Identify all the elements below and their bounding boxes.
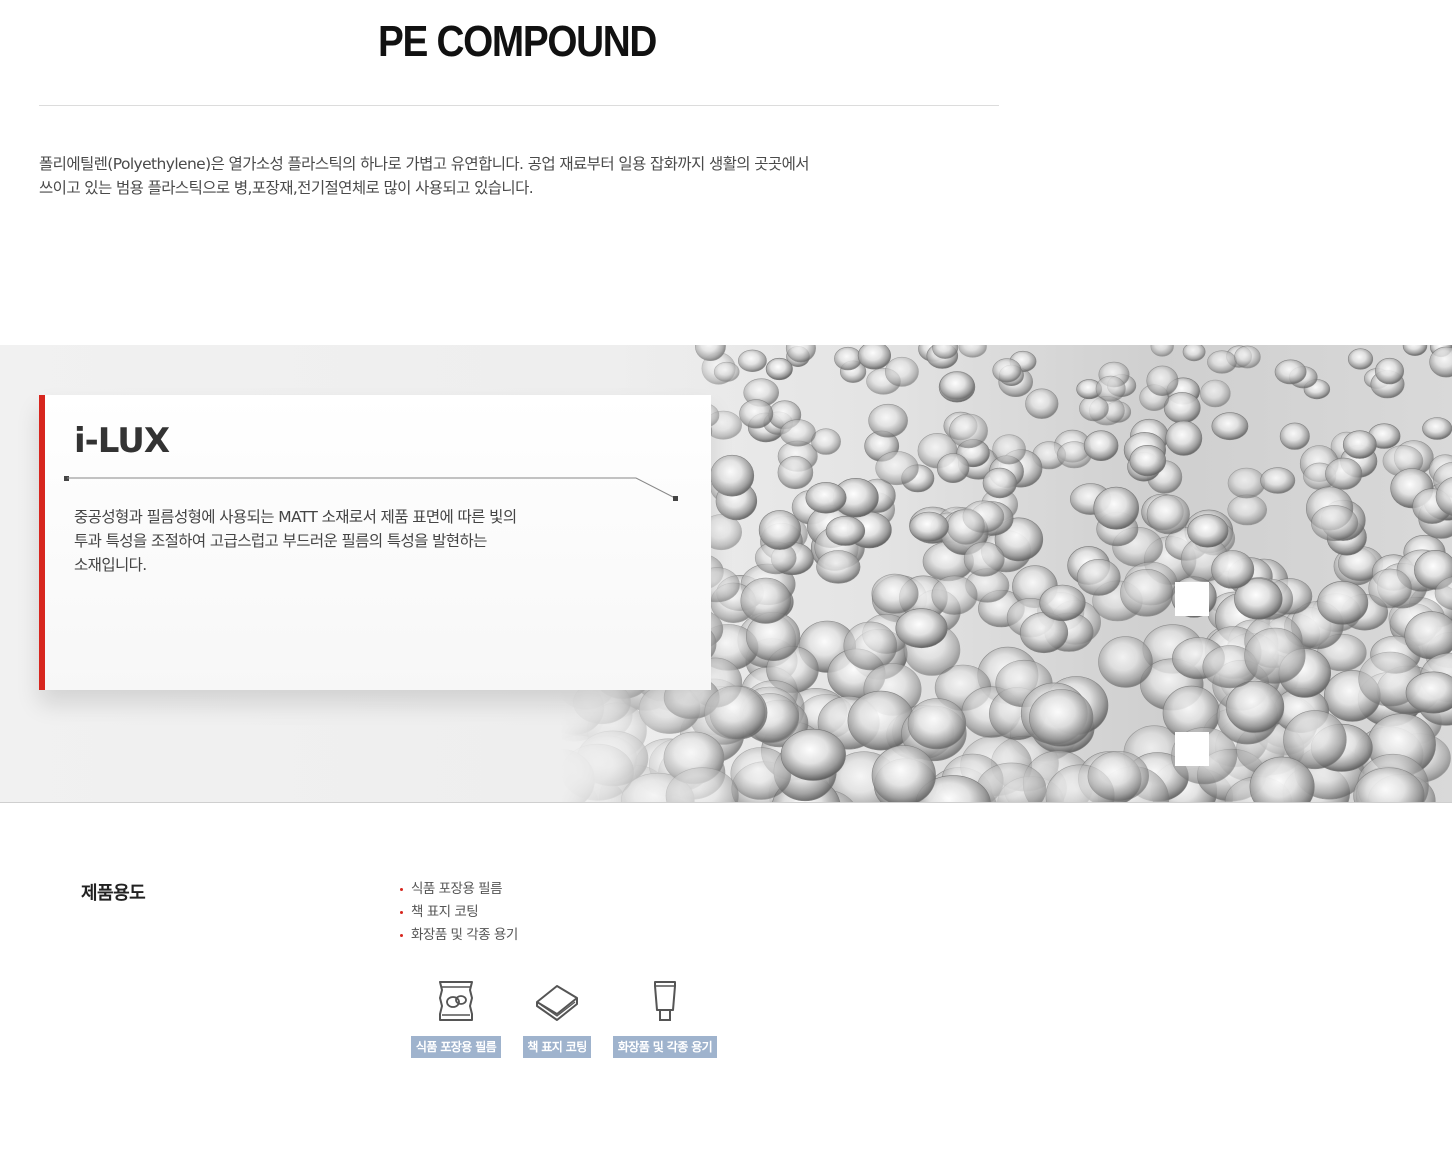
feature-desc-line: 중공성형과 필름성형에 사용되는 MATT 소재로서 제품 표면에 따른 빛의 — [74, 508, 517, 526]
product-banner: i-LUX 중공성형과 필름성형에 사용되는 MATT 소재로서 제품 표면에 … — [0, 345, 1452, 803]
card-accent-bar — [39, 395, 45, 690]
feature-description: 중공성형과 필름성형에 사용되는 MATT 소재로서 제품 표면에 따른 빛의 … — [74, 505, 594, 577]
feature-card: i-LUX 중공성형과 필름성형에 사용되는 MATT 소재로서 제품 표면에 … — [39, 395, 711, 690]
feature-desc-line: 투과 특성을 조절하여 고급스럽고 부드러운 필름의 특성을 발현하는 — [74, 532, 487, 550]
page-title: PE COMPOUND — [378, 17, 657, 66]
usage-list: 식품 포장용 필름 책 표지 코팅 화장품 및 각종 용기 — [399, 878, 518, 947]
slider-next-button[interactable] — [1175, 732, 1209, 766]
intro-text: 폴리에틸렌(Polyethylene)은 열가소성 플라스틱의 하나로 가볍고 … — [39, 152, 919, 200]
food-package-icon — [439, 981, 473, 1021]
title-divider — [39, 105, 999, 106]
card-divider-line — [64, 476, 678, 501]
book-cover-icon — [536, 985, 578, 1021]
intro-line: 쓰이고 있는 범용 플라스틱으로 병,포장재,전기절연체로 많이 사용되고 있습… — [39, 179, 534, 197]
feature-title: i-LUX — [74, 421, 170, 461]
usage-list-item: 식품 포장용 필름 — [399, 878, 518, 901]
usage-list-item: 책 표지 코팅 — [399, 901, 518, 924]
feature-desc-line: 소재입니다. — [74, 556, 147, 574]
intro-line: 폴리에틸렌(Polyethylene)은 열가소성 플라스틱의 하나로 가볍고 … — [39, 155, 810, 173]
slider-prev-button[interactable] — [1175, 582, 1209, 616]
usage-badge: 식품 포장용 필름 — [411, 1036, 501, 1058]
cosmetic-tube-icon — [654, 981, 676, 1021]
usage-heading: 제품용도 — [81, 883, 146, 904]
usage-list-item: 화장품 및 각종 용기 — [399, 924, 518, 947]
usage-badge: 책 표지 코팅 — [523, 1036, 591, 1058]
usage-badge: 화장품 및 각종 용기 — [613, 1036, 717, 1058]
